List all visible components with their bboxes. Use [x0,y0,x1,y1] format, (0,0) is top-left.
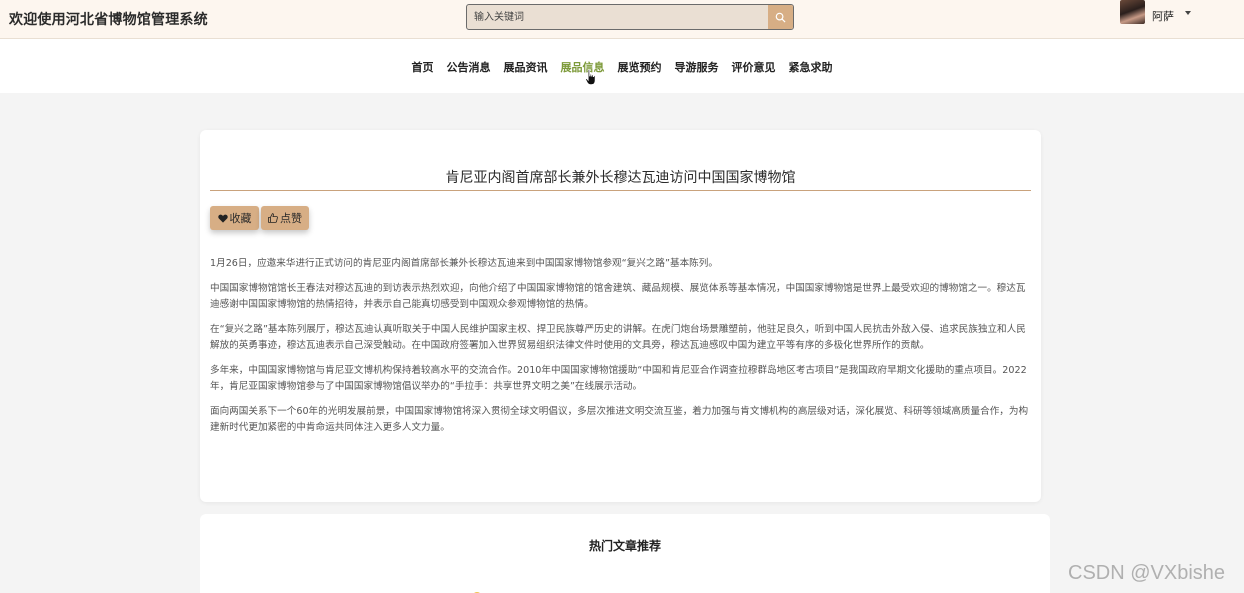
article-paragraph: 多年来，中国国家博物馆与肯尼亚文博机构保持着较高水平的交流合作。2010年中国国… [210,365,1027,392]
search-input[interactable] [467,5,768,29]
collect-label: 收藏 [229,212,252,225]
heart-icon [217,214,228,223]
search-box [466,4,794,30]
like-button[interactable]: 点赞 [261,206,309,230]
top-header: 欢迎使用河北省博物馆管理系统 阿萨 [0,0,1244,39]
hot-articles-title: 热门文章推荐 [588,539,661,553]
article-card: 肯尼亚内阁首席部长兼外长穆达瓦迪访问中国国家博物馆 收藏 点赞 1月26日，应邀… [200,130,1041,502]
site-title: 欢迎使用河北省博物馆管理系统 [9,12,208,28]
chevron-down-icon[interactable] [1185,11,1191,15]
article-paragraph: 中国国家博物馆馆长王春法对穆达瓦迪的到访表示热烈欢迎，向他介绍了中国国家博物馆的… [210,283,1026,310]
nav-item-6[interactable]: 评价意见 [732,59,776,75]
article-title: 肯尼亚内阁首席部长兼外长穆达瓦迪访问中国国家博物馆 [210,167,1031,191]
main-nav: 首页 公告消息 展品资讯 展品信息 展览预约 导游服务 评价意见 紧急求助 [0,39,1244,93]
thumbs-up-icon [268,213,278,223]
like-label: 点赞 [280,212,302,225]
nav-list: 首页 公告消息 展品资讯 展品信息 展览预约 导游服务 评价意见 紧急求助 [0,59,1244,75]
article-paragraph: 面向两国关系下一个60年的光明发展前景，中国国家博物馆将深入贯彻全球文明倡议，多… [210,406,1029,433]
nav-item-5[interactable]: 导游服务 [675,59,719,75]
article-paragraph: 在“复兴之路”基本陈列展厅，穆达瓦迪认真听取关于中国人民维护国家主权、捍卫民族尊… [210,324,1026,351]
nav-item-4[interactable]: 展览预约 [618,59,662,75]
username[interactable]: 阿萨 [1152,8,1174,24]
nav-item-0[interactable]: 首页 [412,59,434,75]
hand-cursor-icon [585,69,596,85]
avatar[interactable] [1120,0,1145,24]
nav-item-3[interactable]: 展品信息 [561,59,605,75]
nav-item-1[interactable]: 公告消息 [447,59,491,75]
article-paragraph: 1月26日，应邀来华进行正式访问的肯尼亚内阁首席部长兼外长穆达瓦迪来到中国国家博… [210,258,718,269]
search-icon [775,12,786,23]
nav-item-2[interactable]: 展品资讯 [504,59,548,75]
collect-button[interactable]: 收藏 [210,206,259,230]
nav-item-7[interactable]: 紧急求助 [789,59,833,75]
watermark: CSDN @VXbishe [1068,562,1226,584]
search-button[interactable] [768,5,793,29]
article-body: 1月26日，应邀来华进行正式访问的肯尼亚内阁首席部长兼外长穆达瓦迪来到中国国家博… [210,256,1030,445]
hot-articles-card: 热门文章推荐 [200,514,1050,593]
